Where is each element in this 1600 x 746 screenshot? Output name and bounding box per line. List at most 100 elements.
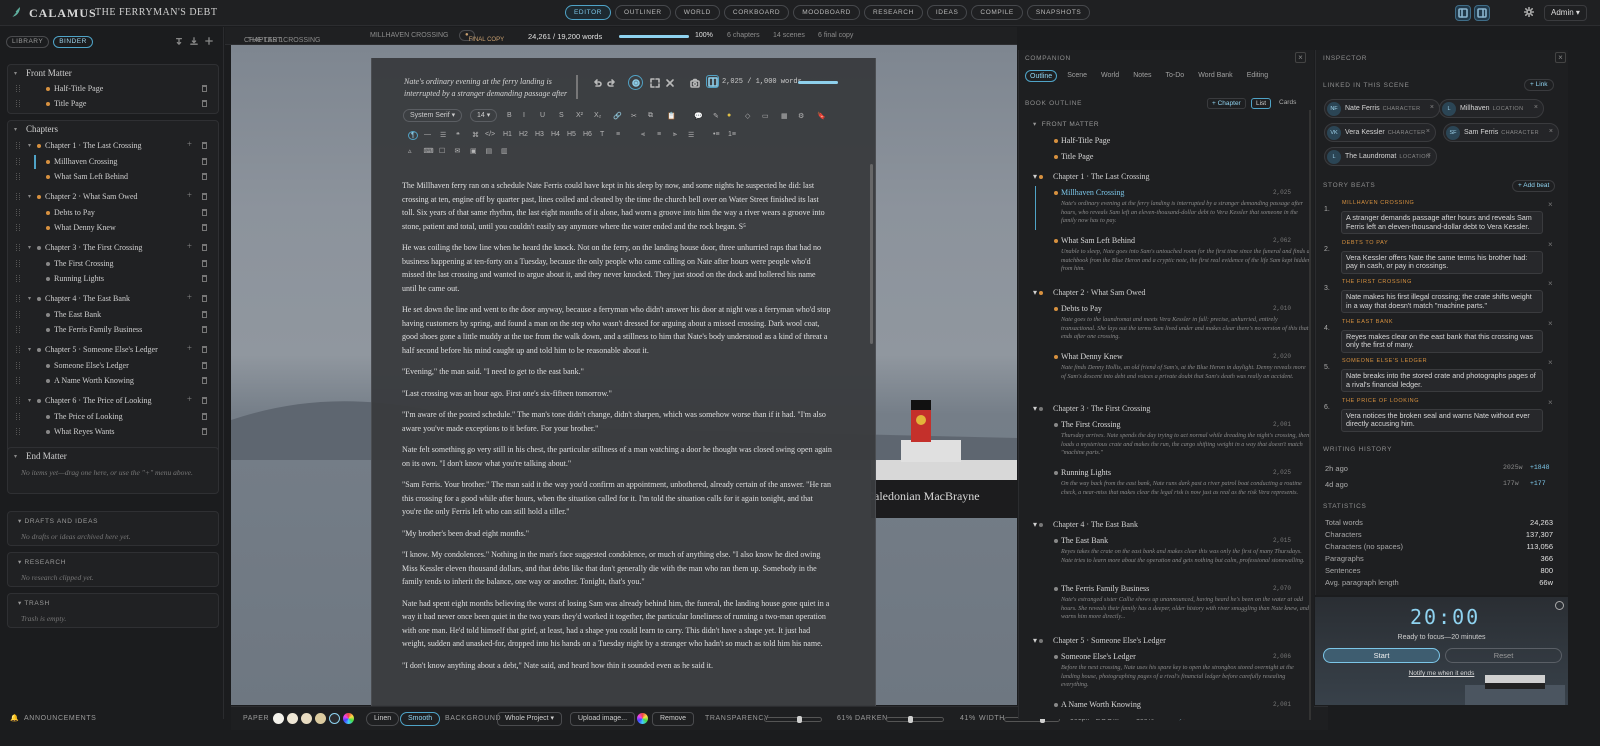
font-size-select[interactable]: 14 ▾ [470,109,498,122]
outline-scene-synopsis[interactable]: Reyes takes the crate on the east bank a… [1061,548,1311,565]
remove-beat-icon[interactable]: × [1548,358,1553,367]
manuscript-paragraph[interactable]: "I don't know anything about a debt," Na… [402,659,832,673]
drag-handle-icon[interactable] [16,142,20,149]
outline-scene[interactable]: The First Crossing [1061,420,1121,429]
cards-view-button[interactable]: Cards [1275,98,1300,109]
outline-scene[interactable]: Running Lights [1061,468,1111,477]
trash-icon[interactable] [202,209,207,216]
subscript-icon[interactable]: X₂ [594,112,601,119]
italic-icon[interactable]: I [523,112,525,119]
transparency-slider-thumb[interactable] [796,716,802,723]
outline-scene-synopsis[interactable]: On the way back from the east bank, Nate… [1061,480,1311,497]
outline-scene-synopsis[interactable]: Unable to sleep, Nate goes into Sam's un… [1061,248,1311,274]
outline-scene-synopsis[interactable]: Nate goes to the laundromat and meets Ve… [1061,316,1311,342]
trash-icon[interactable] [202,223,207,231]
user-menu[interactable]: Admin ▾ [1544,5,1587,21]
drag-handle-icon[interactable] [16,397,20,404]
chevron-down-icon[interactable]: ▾ [28,142,33,149]
settings-icon[interactable]: ⚙ [798,112,804,120]
close-inspector-button[interactable]: × [1555,52,1566,63]
trash-icon[interactable] [202,325,207,333]
preview-scrollbar[interactable] [576,75,578,99]
beat-text[interactable]: A stranger demands passage after hours a… [1341,211,1543,235]
chevron-down-icon[interactable]: ▾ [14,126,19,133]
insert-tool-3-icon[interactable]: ☐ [439,147,445,155]
upload-image-button[interactable]: Upload image... [570,712,636,726]
chevron-down-icon[interactable]: ▾ [14,70,19,77]
remove-beat-icon[interactable]: × [1548,240,1553,249]
add-chapter-button[interactable]: + Chapter [1207,98,1246,109]
linked-character[interactable]: NF Nate Ferris CHARACTER × [1324,99,1440,118]
sun-icon[interactable] [1524,7,1534,17]
outline-scrollbar[interactable] [1309,110,1311,720]
remove-link-icon[interactable]: × [1426,128,1430,135]
beat-text[interactable]: Vera Kessler offers Nate the same terms … [1341,250,1543,274]
linked-character[interactable]: VK Vera Kessler CHARACTER × [1324,123,1436,142]
remove-beat-icon[interactable]: × [1548,279,1553,288]
chapter-row[interactable]: ▾ Chapter 6 · The Price of Looking + [8,394,218,408]
copy-icon[interactable]: ⧉ [648,112,653,120]
rule-icon[interactable]: — [424,131,431,138]
numbered-list-icon[interactable]: 1≡ [728,131,736,138]
insert-tool-1-icon[interactable]: ▵ [408,147,412,155]
note-icon[interactable]: ▭ [762,112,769,120]
add-scene-icon[interactable]: + [187,139,192,149]
front-matter-item[interactable]: Title Page [8,97,218,111]
paragraph-icon[interactable]: ¶ [408,131,418,140]
cut-icon[interactable]: ✂ [631,112,637,120]
manuscript-paragraph[interactable]: Nate had spent eight months believing th… [402,597,832,651]
scene-row[interactable]: The East Bank [8,308,218,322]
add-scene-icon[interactable]: + [187,343,192,353]
table-icon[interactable]: ▦ [781,112,788,120]
background-scope-select[interactable]: Whole Project ▾ [497,712,563,726]
outline-chapter[interactable]: ▾ Chapter 4 · The East Bank [1033,520,1138,529]
manuscript-paragraph[interactable]: "Sam Ferris. Your brother." The man said… [402,478,832,519]
remove-beat-icon[interactable]: × [1548,200,1553,209]
code-icon[interactable]: </> [485,131,495,138]
paper-white-swatch[interactable] [273,713,284,724]
add-scene-icon[interactable]: + [187,292,192,302]
drag-handle-icon[interactable] [16,244,20,251]
drag-handle-icon[interactable] [16,325,20,333]
remove-link-icon[interactable]: × [1427,152,1431,159]
outline-front-item[interactable]: Half-Title Page [1061,136,1110,145]
trash-icon[interactable] [202,274,207,282]
scene-row[interactable]: Running Lights [8,272,218,286]
background-color-icon[interactable] [637,713,648,724]
status-badge[interactable]: ● FINAL COPY [459,30,504,43]
scene-row[interactable]: The Ferris Family Business [8,323,218,337]
trash-icon[interactable] [202,295,207,302]
manuscript-paragraph[interactable]: "I'm aware of the posted schedule." The … [402,408,832,435]
link-icon[interactable]: 🔗 [613,112,622,120]
h1-icon[interactable]: H1 [503,131,512,138]
toggle-right-panel-button[interactable] [1474,5,1490,21]
paper-custom-color-icon[interactable] [343,713,354,724]
companion-tab-to-do[interactable]: To-Do [1162,70,1189,82]
remove-link-icon[interactable]: × [1549,128,1553,135]
trash-icon[interactable] [202,142,207,149]
timer-start-button[interactable]: Start [1323,648,1440,663]
trash-icon[interactable] [202,260,207,267]
linked-character[interactable]: SF Sam Ferris CHARACTER × [1443,123,1559,142]
scene-row[interactable]: Someone Else's Ledger [8,359,218,373]
outline-chapter[interactable]: ▾ Chapter 1 · The Last Crossing [1033,172,1150,181]
scene-row[interactable]: What Reyes Wants [8,425,218,439]
superscript-icon[interactable]: X² [576,112,583,119]
highlight-icon[interactable]: ✎ [713,112,719,120]
paper-ivory-swatch[interactable] [301,713,312,724]
align-left-icon[interactable]: ⫷ [641,131,645,139]
trash-icon[interactable] [202,362,207,369]
mode-tab-outliner[interactable]: OUTLINER [615,5,671,20]
tab-binder[interactable]: BINDER [53,36,93,48]
mode-tab-compile[interactable]: COMPILE [971,5,1023,20]
linen-texture-button[interactable]: Linen [366,712,400,726]
mode-tab-corkboard[interactable]: CORKBOARD [723,5,790,20]
outline-scene[interactable]: The East Bank [1061,536,1108,545]
transparency-slider[interactable] [764,716,822,723]
comment-icon[interactable]: 💬 [694,112,703,120]
quote-icon[interactable]: ❝ [456,131,460,139]
timer-notify-link[interactable]: Notify me when it ends [1315,670,1568,677]
drag-handle-icon[interactable] [16,193,20,200]
drag-handle-icon[interactable] [16,85,20,92]
import-icon[interactable] [175,37,183,45]
